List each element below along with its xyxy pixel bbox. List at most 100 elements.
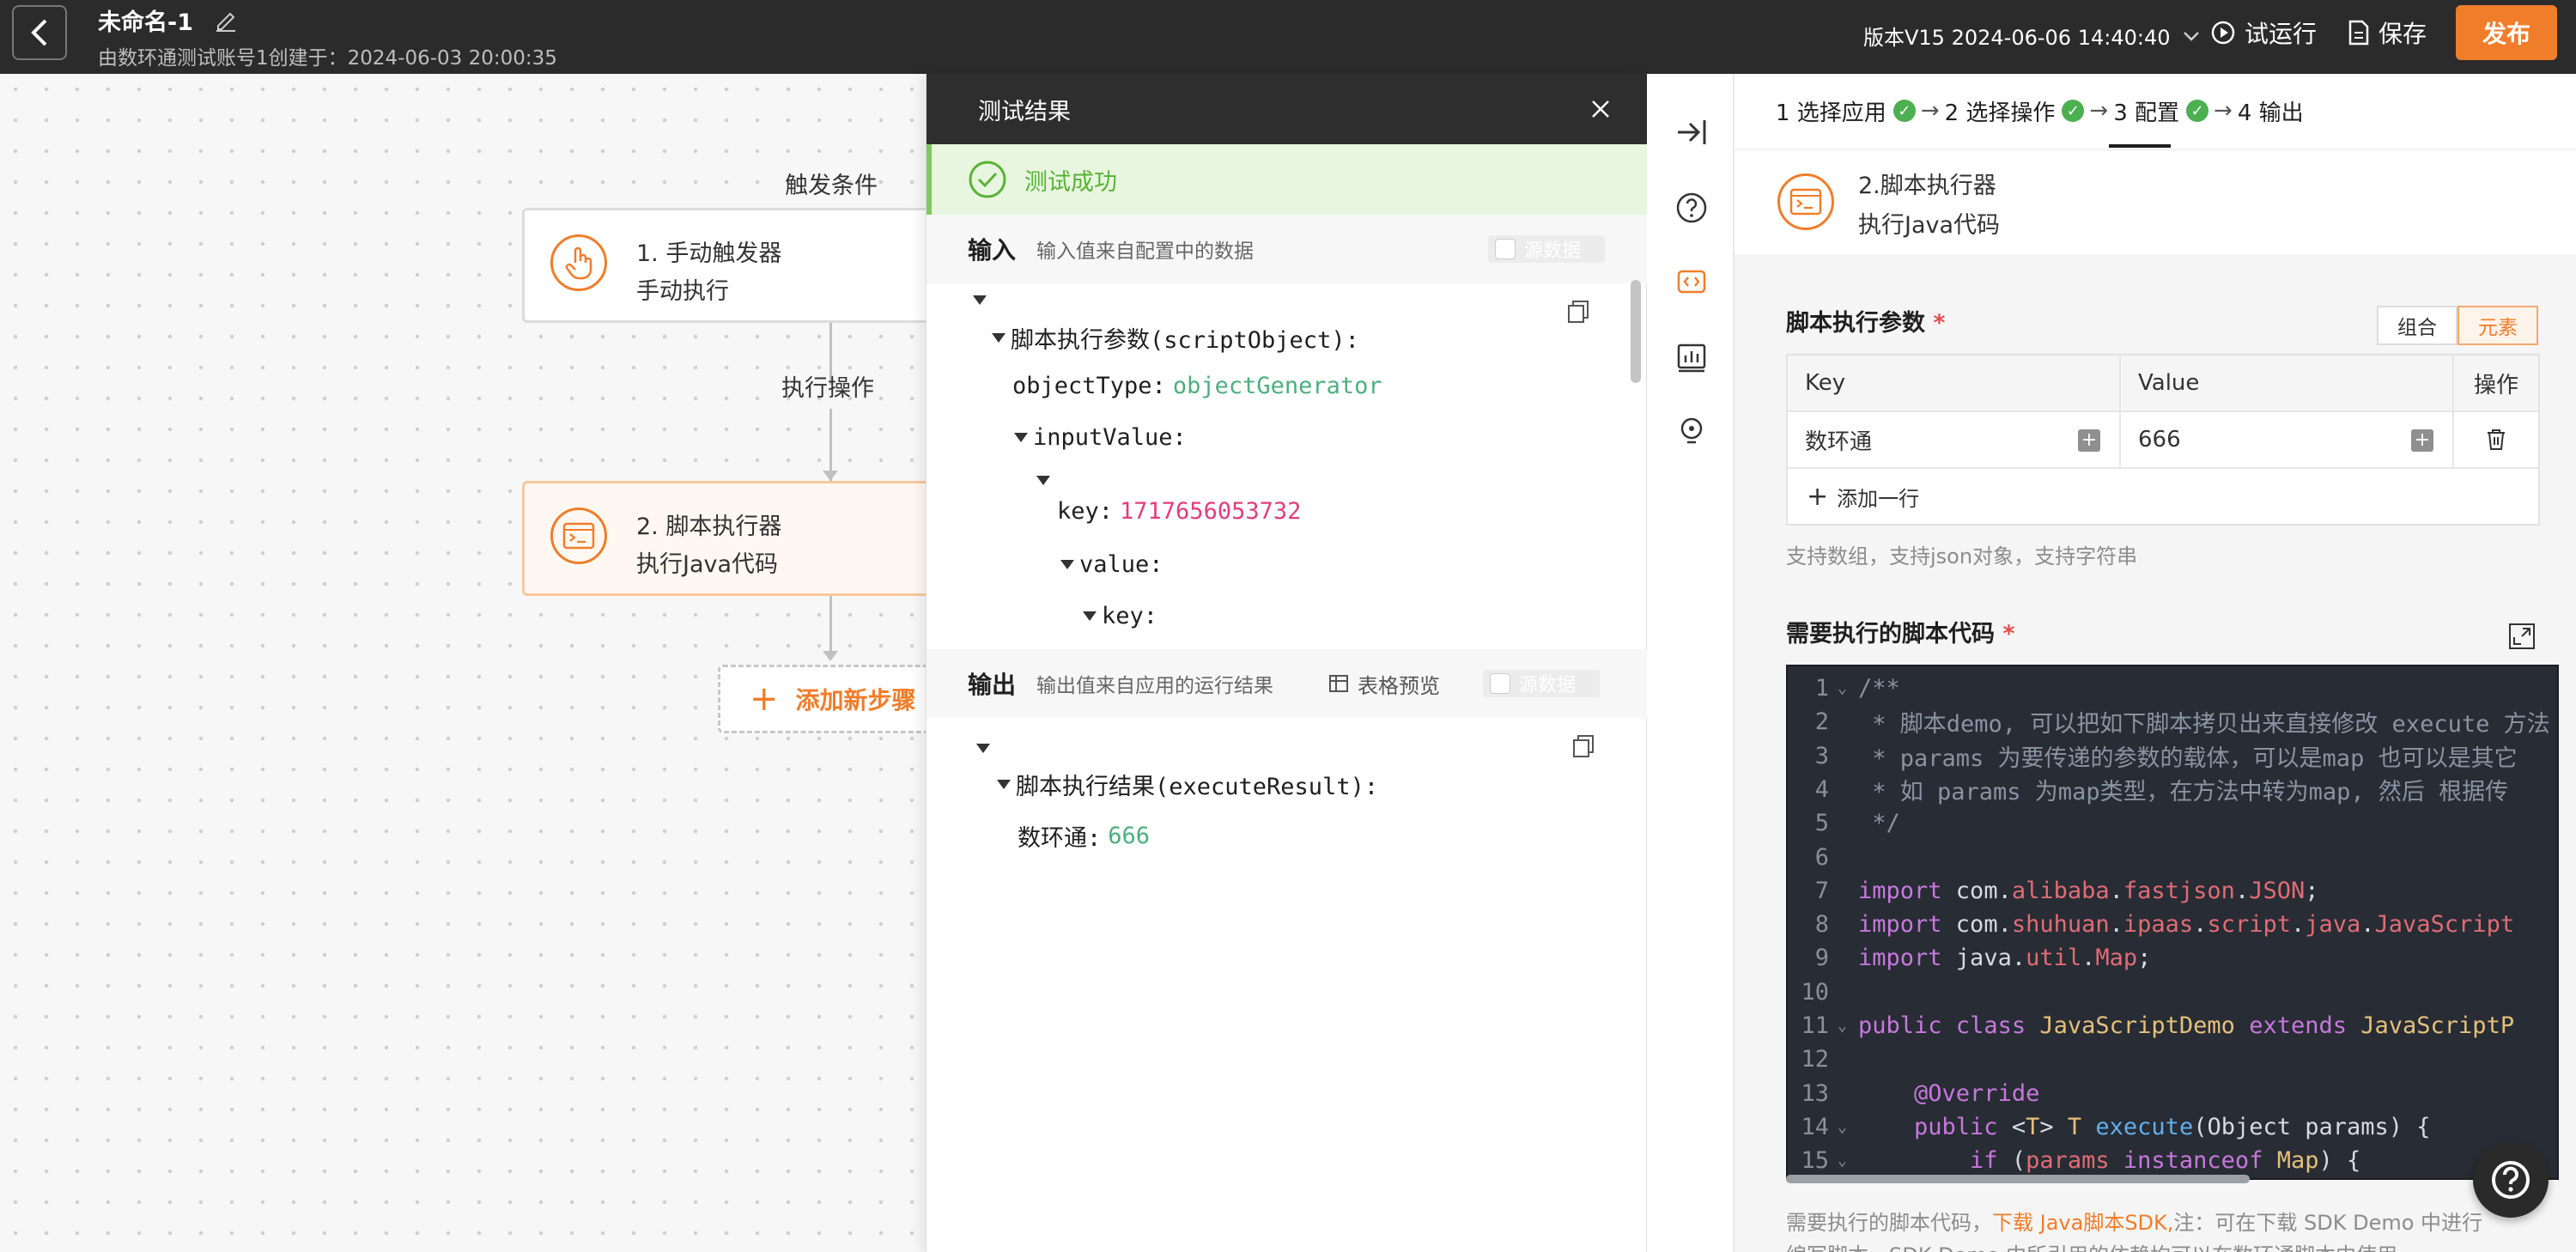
code-hint-line2: 编写脚本，SDK Demo 中所引用的依赖均可以在数环通脚本中使用 (1786, 1238, 2397, 1252)
tree-key: 数环通: (1018, 825, 1102, 852)
copy-icon[interactable] (1571, 733, 1596, 759)
step-configure[interactable]: 3 配置 ✓ (2113, 95, 2209, 127)
step-select-app[interactable]: 1 选择应用 ✓ (1776, 95, 1916, 127)
side-toolbar (1647, 74, 1733, 1252)
lightbulb-icon[interactable] (1674, 414, 1709, 448)
terminal-icon (1777, 173, 1834, 230)
value-value: 666 (2138, 427, 2181, 453)
flow-node-script[interactable]: 2. 脚本执行器 执行Java代码 (522, 481, 934, 596)
result-panel-title: 测试结果 (978, 98, 1071, 125)
scrollbar[interactable] (1631, 280, 1641, 383)
tree-node[interactable]: 脚本执行结果(executeResult): (997, 768, 1378, 801)
add-step-button[interactable]: + 添加新步骤 (718, 665, 941, 733)
tree-key: inputValue: (1033, 424, 1187, 451)
flow-creator-info: 由数环通测试账号1创建于：2024-06-03 20:00:35 (98, 47, 557, 70)
check-icon: ✓ (2186, 100, 2209, 122)
tree-node[interactable]: inputValue: (1014, 424, 1187, 451)
line-number: 13 (1801, 1079, 1829, 1107)
line-number: 12 (1801, 1046, 1829, 1073)
tree-toggle[interactable] (1036, 476, 1055, 485)
trial-run-label: 试运行 (2245, 20, 2318, 48)
tree-key: 脚本执行结果(executeResult): (1016, 774, 1379, 800)
scrollbar[interactable] (1786, 1175, 2250, 1183)
code-editor[interactable]: 1 ⌄/** 2 * 脚本demo, 可以把如下脚本拷贝出来直接修改 execute… (1786, 665, 2559, 1180)
code-line[interactable]: 11 ⌄ public class JavaScriptDemo extends J… (1788, 1009, 2557, 1042)
input-json-tree: 脚本执行参数(scriptObject): objectType: objectG… (927, 289, 1639, 642)
code-line[interactable]: 7 import com.alibaba.fastjson.JSON; (1788, 874, 2557, 908)
code-line[interactable]: 13 @Override (1788, 1077, 2557, 1110)
line-number: 8 (1814, 911, 1829, 939)
code-hint-text: 需要执行的脚本代码， (1786, 1211, 1992, 1235)
back-button[interactable] (12, 5, 67, 60)
add-row-label: 添加一行 (1837, 486, 1920, 511)
mode-combine-button[interactable]: 组合 (2377, 306, 2458, 345)
check-icon: ✓ (2062, 100, 2085, 122)
trial-run-button[interactable]: 试运行 (2210, 15, 2317, 50)
fold-icon[interactable]: ⌄ (1838, 679, 1855, 697)
code-text: import java.util.Map; (1858, 945, 2152, 972)
line-number: 6 (1814, 843, 1829, 871)
fold-icon[interactable]: ⌄ (1838, 1152, 1855, 1170)
code-line[interactable]: 15 ⌄ if (params instanceof Map) { (1788, 1144, 2557, 1177)
flow-title: 未命名-1 (98, 9, 193, 36)
step-select-action[interactable]: 2 选择操作 ✓ (1945, 95, 2085, 127)
params-table: Key Value 操作 数环通 + 666 + + 添加一行 (1786, 354, 2540, 526)
tree-node: objectType: objectGenerator (1012, 373, 1382, 399)
code-line[interactable]: 9 import java.util.Map; (1788, 941, 2557, 975)
tree-node[interactable]: value: (1060, 551, 1163, 578)
version-select[interactable]: 版本V15 2024-06-06 14:40:40 (1863, 21, 2201, 51)
tree-node[interactable]: 脚本执行参数(scriptObject): (992, 321, 1359, 355)
fold-icon[interactable]: ⌄ (1838, 1118, 1855, 1136)
code-icon[interactable] (1674, 264, 1709, 299)
tree-toggle[interactable] (973, 295, 992, 305)
fold-icon[interactable]: ⌄ (1838, 1017, 1855, 1035)
edit-icon[interactable] (213, 7, 239, 33)
code-line[interactable]: 1 ⌄/** (1788, 672, 2557, 705)
mode-element-button[interactable]: 元素 (2458, 306, 2538, 345)
active-step-indicator (2109, 144, 2171, 148)
download-sdk-link[interactable]: 下载 Java脚本SDK, (1992, 1211, 2173, 1235)
add-row-button[interactable]: + 添加一行 (1788, 469, 2538, 524)
help-circle-icon[interactable] (1674, 191, 1709, 225)
step-output[interactable]: 4 输出 (2238, 95, 2304, 127)
code-label-text: 需要执行的脚本代码 (1786, 621, 1995, 647)
required-mark: * (1933, 310, 1946, 337)
input-source-toggle[interactable]: 源数据 (1488, 235, 1605, 263)
table-preview-button[interactable]: 表格预览 (1328, 649, 1440, 718)
key-input[interactable]: 数环通 + (1788, 412, 2121, 467)
publish-button[interactable]: 发布 (2456, 5, 2557, 60)
code-line[interactable]: 10 (1788, 975, 2557, 1009)
code-line[interactable]: 4 * 如 params 为map类型，在方法中转为map, 然后 根据传 (1788, 773, 2557, 806)
check-circle-icon (969, 161, 1006, 198)
insert-variable-icon[interactable]: + (2078, 429, 2100, 452)
insert-variable-icon[interactable]: + (2411, 429, 2433, 452)
table-preview-label: 表格预览 (1358, 673, 1440, 698)
output-desc: 输出值来自应用的运行结果 (1036, 675, 1274, 697)
check-icon: ✓ (1893, 100, 1916, 122)
output-source-toggle[interactable]: 源数据 (1483, 670, 1600, 697)
tree-toggle[interactable] (976, 744, 995, 753)
tree-node[interactable]: key: (1083, 603, 1157, 629)
line-number: 5 (1814, 810, 1829, 837)
help-button[interactable] (2473, 1142, 2549, 1218)
code-line[interactable]: 8 import com.shuhuan.ipaas.script.java.Ja… (1788, 908, 2557, 941)
code-line[interactable]: 5 */ (1788, 806, 2557, 840)
code-line[interactable]: 12 (1788, 1042, 2557, 1076)
value-input[interactable]: 666 + (2121, 412, 2454, 467)
save-button[interactable]: 保存 (2348, 15, 2427, 50)
chart-panel-icon[interactable] (1674, 340, 1709, 374)
close-icon[interactable] (1588, 96, 1613, 122)
code-line[interactable]: 2 * 脚本demo, 可以把如下脚本拷贝出来直接修改 execute 方法 (1788, 705, 2557, 738)
step-label: 3 配置 (2113, 100, 2180, 126)
terminal-icon (550, 507, 607, 564)
collapse-right-icon[interactable] (1674, 115, 1709, 149)
expand-icon[interactable] (2507, 622, 2537, 651)
action-label: 执行操作 (781, 375, 874, 402)
flow-node-trigger[interactable]: 1. 手动触发器 手动执行 (522, 208, 934, 323)
delete-row-button[interactable] (2454, 412, 2538, 467)
code-line[interactable]: 3 * params 为要传递的参数的载体，可以是map 也可以是其它 (1788, 739, 2557, 773)
code-line[interactable]: 6 (1788, 841, 2557, 874)
arrow-right-icon: → (1920, 98, 1940, 124)
flow-canvas[interactable]: 触发条件 1. 手动触发器 手动执行 执行操作 2. 脚本执行器 执行Java代… (0, 74, 941, 1252)
code-line[interactable]: 14 ⌄ public <T> T execute(Object params) … (1788, 1110, 2557, 1144)
